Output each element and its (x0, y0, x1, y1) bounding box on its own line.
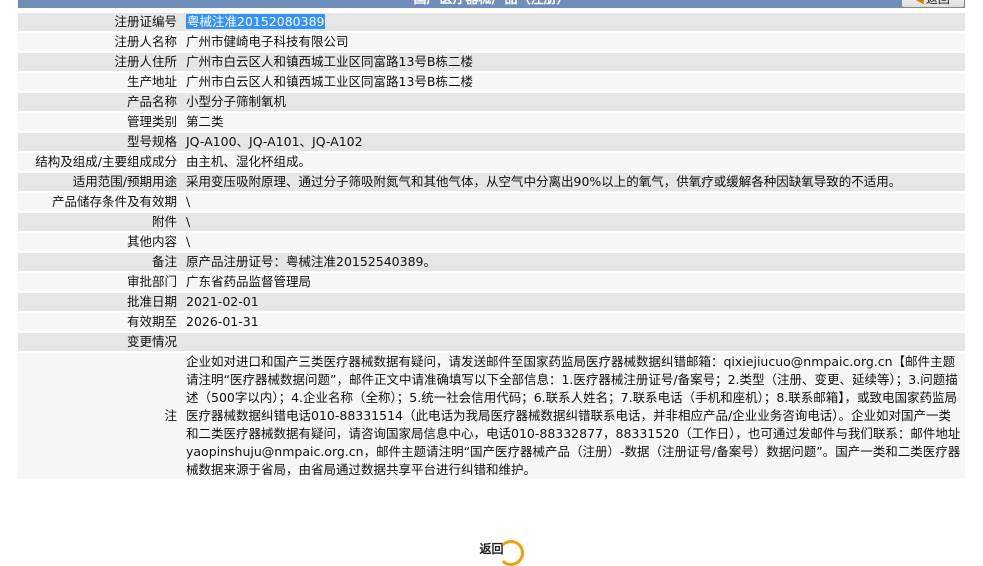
row-label: 注册人名称 (18, 33, 183, 51)
row-label: 产品储存条件及有效期 (18, 193, 183, 211)
notes-text: 企业如对进口和国产三类医疗器械数据有疑问，请发送邮件至国家药监局医疗器械数据纠错… (183, 353, 965, 479)
row-label: 管理类别 (18, 113, 183, 131)
detail-title-bar: 国产医疗器械产品（注册） (18, 0, 965, 8)
table-row: 审批部门 广东省药品监督管理局 (18, 273, 965, 291)
row-value: 广州市白云区人和镇西城工业区同富路13号B栋二楼 (183, 53, 965, 71)
row-label: 注册人住所 (18, 53, 183, 71)
row-label: 变更情况 (18, 333, 183, 351)
row-value: 由主机、湿化杯组成。 (183, 153, 965, 171)
notes-row: 注 企业如对进口和国产三类医疗器械数据有疑问，请发送邮件至国家药监局医疗器械数据… (18, 353, 965, 479)
row-value: \ (183, 213, 965, 231)
table-row: 有效期至 2026-01-31 (18, 313, 965, 331)
row-value: 2021-02-01 (183, 293, 965, 311)
row-label: 附件 (18, 213, 183, 231)
row-label: 结构及组成/主要组成成分 (18, 153, 183, 171)
row-value: \ (183, 193, 965, 211)
row-value: 广州市白云区人和镇西城工业区同富路13号B栋二楼 (183, 73, 965, 91)
row-value: 小型分子筛制氧机 (183, 93, 965, 111)
table-row: 变更情况 (18, 333, 965, 351)
row-label: 备注 (18, 253, 183, 271)
detail-table: 注册证编号 粤械注准20152080389 注册人名称 广州市健崎电子科技有限公… (18, 11, 965, 481)
notes-label: 注 (18, 353, 183, 479)
table-row: 其他内容 \ (18, 233, 965, 251)
row-label: 型号规格 (18, 133, 183, 151)
table-row: 管理类别 第二类 (18, 113, 965, 131)
back-ring-icon (497, 540, 524, 566)
row-value: \ (183, 233, 965, 251)
table-row: 生产地址 广州市白云区人和镇西城工业区同富路13号B栋二楼 (18, 73, 965, 91)
table-row: 注册人住所 广州市白云区人和镇西城工业区同富路13号B栋二楼 (18, 53, 965, 71)
row-label: 审批部门 (18, 273, 183, 291)
table-row: 适用范围/预期用途 采用变压吸附原理、通过分子筛吸附氮气和其他气体，从空气中分离… (18, 173, 965, 191)
back-top-label: 返回 (926, 0, 950, 6)
table-row: 结构及组成/主要组成成分 由主机、湿化杯组成。 (18, 153, 965, 171)
row-label: 注册证编号 (18, 13, 183, 31)
table-row: 备注 原产品注册证号：粤械注准20152540389。 (18, 253, 965, 271)
table-row: 产品名称 小型分子筛制氧机 (18, 93, 965, 111)
table-row: 注册证编号 粤械注准20152080389 (18, 13, 965, 31)
row-value: 第二类 (183, 113, 965, 131)
row-value: 原产品注册证号：粤械注准20152540389。 (183, 253, 965, 271)
row-value: 广州市健崎电子科技有限公司 (183, 33, 965, 51)
table-row: 附件 \ (18, 213, 965, 231)
row-value: 2026-01-31 (183, 313, 965, 331)
selected-text[interactable]: 粤械注准20152080389 (186, 14, 326, 29)
row-value (183, 333, 965, 351)
row-label: 产品名称 (18, 93, 183, 111)
row-label: 其他内容 (18, 233, 183, 251)
footer-bar: 返回 (0, 536, 983, 566)
row-label: 批准日期 (18, 293, 183, 311)
row-label: 适用范围/预期用途 (18, 173, 183, 191)
table-row: 产品储存条件及有效期 \ (18, 193, 965, 211)
row-value: 采用变压吸附原理、通过分子筛吸附氮气和其他气体，从空气中分离出90%以上的氧气，… (183, 173, 965, 191)
page-title: 国产医疗器械产品（注册） (18, 0, 965, 8)
table-row: 批准日期 2021-02-01 (18, 293, 965, 311)
back-button[interactable]: 返回 (473, 536, 524, 566)
row-value: 粤械注准20152080389 (183, 13, 965, 31)
row-label: 生产地址 (18, 73, 183, 91)
row-value: 广东省药品监督管理局 (183, 273, 965, 291)
row-label: 有效期至 (18, 313, 183, 331)
table-row: 注册人名称 广州市健崎电子科技有限公司 (18, 33, 965, 51)
row-value: JQ-A100、JQ-A101、JQ-A102 (183, 133, 965, 151)
back-arrow-icon: ◀ (916, 0, 924, 6)
table-row: 型号规格 JQ-A100、JQ-A101、JQ-A102 (18, 133, 965, 151)
back-top-button[interactable]: ◀返回 (901, 0, 965, 8)
